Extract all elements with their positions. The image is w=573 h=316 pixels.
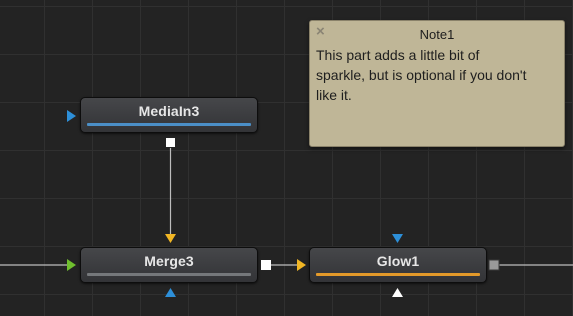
glow-input-triangle[interactable] — [297, 259, 306, 271]
node-mediain3-label: MediaIn3 — [138, 103, 200, 119]
sticky-note[interactable]: × Note1 This part adds a little bit of s… — [309, 20, 565, 147]
node-editor-canvas[interactable]: MediaIn3 Merge3 Glow1 × Note1 This part … — [0, 0, 573, 316]
mediain-input-triangle[interactable] — [67, 110, 76, 122]
node-merge3[interactable]: Merge3 — [80, 247, 258, 283]
merge-output-square[interactable] — [261, 260, 271, 270]
mediain-output-square[interactable] — [166, 138, 175, 147]
glow-glow-mask-input-triangle[interactable] — [392, 288, 403, 297]
node-glow1[interactable]: Glow1 — [309, 247, 487, 283]
glow-output-square[interactable] — [488, 259, 500, 271]
merge-foreground-input-triangle[interactable] — [165, 234, 176, 243]
note-body-text[interactable]: This part adds a little bit of sparkle, … — [316, 45, 528, 105]
node-glow1-label: Glow1 — [376, 253, 420, 269]
merge-background-input-triangle[interactable] — [67, 259, 76, 271]
merge-mask-input-triangle[interactable] — [165, 288, 176, 297]
node-glow1-color-bar — [316, 273, 480, 276]
note-title: Note1 — [419, 27, 455, 42]
node-mediain3-color-bar — [87, 123, 251, 126]
glow-effect-mask-input-triangle[interactable] — [392, 234, 403, 243]
node-merge3-label: Merge3 — [144, 253, 194, 269]
node-merge3-color-bar — [87, 273, 251, 276]
node-mediain3[interactable]: MediaIn3 — [80, 97, 258, 133]
